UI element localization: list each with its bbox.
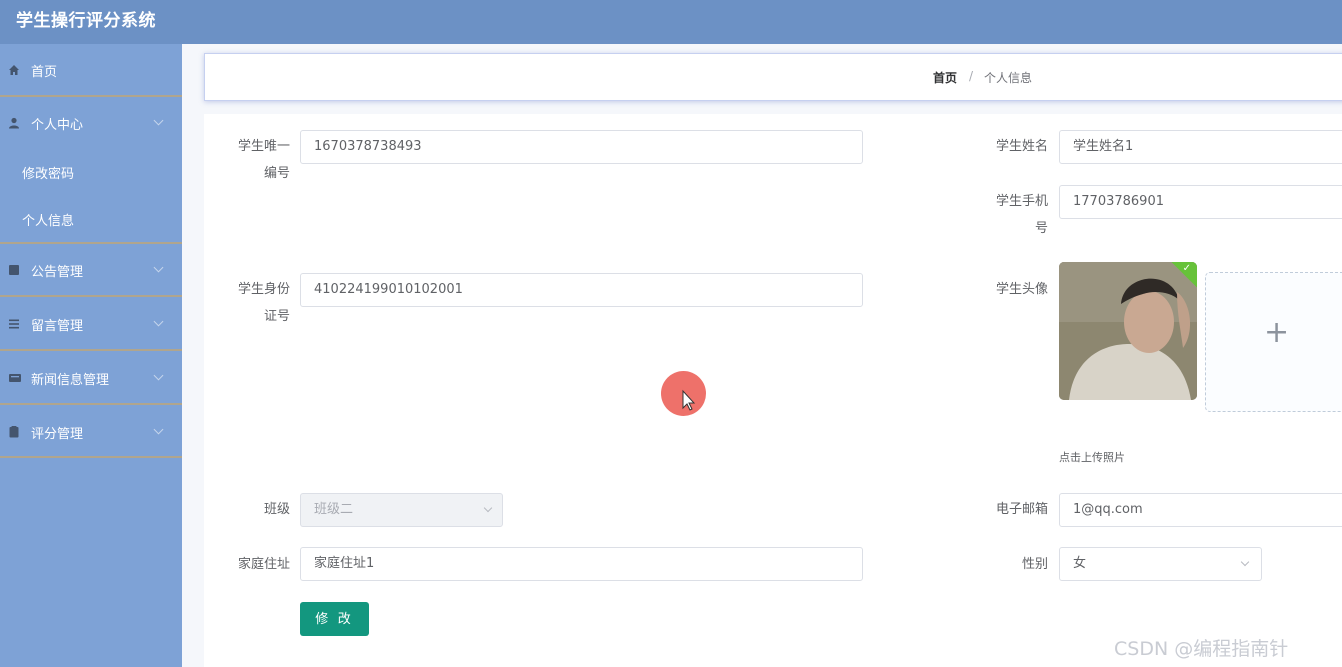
id-card-label: 学生身份 证号 [237,282,290,324]
student-id-label: 学生唯一 编号 [237,139,290,181]
class-select-value: 班级二 [314,502,354,517]
sidebar-item-label: 个人信息 [22,214,75,229]
sidebar-item-notice-management[interactable]: 公告管理 [0,244,182,297]
gender-label: 性别 [1021,557,1048,572]
sidebar-item-label: 评分管理 [31,427,84,442]
sidebar-item-change-password[interactable]: 修改密码 [0,150,182,197]
student-phone-input[interactable]: 17703786901 [1059,185,1342,219]
notice-icon [9,265,19,275]
email-input[interactable]: 1@qq.com [1059,493,1342,527]
home-icon [9,65,19,75]
student-phone-label: 学生手机 号 [995,194,1048,236]
app-title: 学生操行评分系统 [16,11,156,31]
breadcrumb-separator: / [969,69,974,83]
gender-select-value: 女 [1073,556,1087,571]
score-icon [9,426,19,438]
chevron-down-icon [153,424,164,435]
avatar-label: 学生头像 [995,282,1048,297]
sidebar-item-label: 公告管理 [31,265,84,280]
chevron-down-icon [1240,557,1250,567]
class-label: 班级 [263,502,290,517]
breadcrumb-home[interactable]: 首页 [933,69,957,86]
chevron-down-icon [483,503,493,513]
email-label: 电子邮箱 [995,502,1048,517]
upload-tip: 点击上传照片 [1059,451,1125,464]
class-select: 班级二 [300,493,503,527]
check-icon: ✓ [1182,263,1191,274]
student-id-input[interactable]: 1670378738493 [300,130,863,164]
address-label: 家庭住址 [237,557,290,572]
sidebar-item-news-management[interactable]: 新闻信息管理 [0,351,182,405]
avatar-photo[interactable]: ✓ [1059,262,1197,400]
sidebar-item-score-management[interactable]: 评分管理 [0,405,182,458]
sidebar-item-personal-center[interactable]: 个人中心 [0,97,182,150]
chevron-down-icon [153,262,164,273]
user-icon [9,117,19,129]
address-input[interactable]: 家庭住址1 [300,547,863,581]
news-icon [9,374,21,382]
breadcrumb: 首页 / 个人信息 [204,53,1342,101]
plus-icon: + [1264,315,1290,350]
sidebar-item-label: 修改密码 [22,167,75,182]
mouse-pointer-icon [682,389,696,411]
top-header: 学生操行评分系统 [0,0,1342,44]
student-name-input[interactable]: 学生姓名1 [1059,130,1342,164]
sidebar-menu: 首页 个人中心 修改密码 个人信息 公告管理 留言管理 新闻信息管理 评分管理 [0,44,182,667]
main-content: 首页 / 个人信息 学生唯一 编号 1670378738493 学生姓名 学生姓… [182,44,1342,667]
sidebar-item-label: 个人中心 [31,118,84,133]
sidebar-item-message-management[interactable]: 留言管理 [0,297,182,351]
sidebar-item-label: 新闻信息管理 [31,373,110,388]
list-icon [9,319,19,329]
chevron-down-icon [153,316,164,327]
sidebar-item-label: 留言管理 [31,319,84,334]
student-name-label: 学生姓名 [995,139,1048,154]
sidebar-item-label: 首页 [31,65,58,80]
cursor-highlight [661,371,706,416]
id-card-input[interactable]: 410224199010102001 [300,273,863,307]
sidebar-item-personal-info[interactable]: 个人信息 [0,197,182,244]
gender-select[interactable]: 女 [1059,547,1262,581]
sidebar-item-home[interactable]: 首页 [0,44,182,97]
personal-info-form: 学生唯一 编号 1670378738493 学生姓名 学生姓名1 学生手机 号 … [204,114,1342,667]
watermark: CSDN @编程指南针 [1114,638,1289,660]
chevron-down-icon [153,115,164,126]
breadcrumb-current: 个人信息 [984,71,1033,85]
chevron-down-icon [153,370,164,381]
submit-button[interactable]: 修 改 [300,602,369,636]
avatar-upload-button[interactable]: + [1205,272,1342,412]
avatar-image [1059,262,1197,400]
